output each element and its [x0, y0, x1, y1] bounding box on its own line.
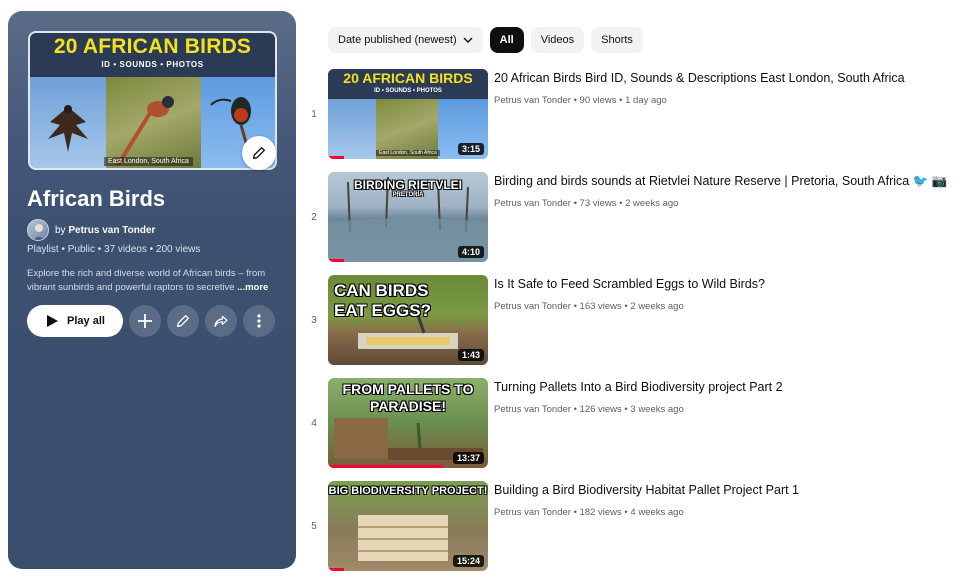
- more-actions-button[interactable]: [243, 305, 275, 337]
- duration-badge: 4:10: [457, 246, 484, 258]
- edit-playlist-button[interactable]: [167, 305, 199, 337]
- filter-bar: Date published (newest) All Videos Short…: [328, 27, 643, 53]
- channel-name[interactable]: Petrus van Tonder: [494, 198, 571, 209]
- thumbnail-banner: 20 AFRICAN BIRDS ID • SOUNDS • PHOTOS: [30, 33, 275, 77]
- video-stats: 126 views • 3 weeks ago: [579, 404, 684, 415]
- thumbnail-title: BIRDING RIETVLEI: [353, 178, 462, 192]
- thumbnail-subtitle: ID • SOUNDS • PHOTOS: [374, 88, 442, 94]
- playlist-meta: Playlist • Public • 37 videos • 200 view…: [27, 244, 201, 255]
- chip-videos[interactable]: Videos: [530, 27, 585, 53]
- add-icon: [138, 314, 152, 328]
- video-stats: 163 views • 2 weeks ago: [579, 301, 684, 312]
- list-item[interactable]: 1 20 AFRICAN BIRDS ID • SOUNDS • PHOTOS …: [300, 69, 960, 161]
- list-item[interactable]: 2 BIRDING RIETVLEI PRETORIA 4:10 Birding…: [300, 172, 960, 264]
- thumbnail-title: CAN BIRDS EAT EGGS?: [334, 281, 431, 320]
- thumbnail-title: FROM PALLETS TO PARADISE!: [342, 381, 474, 414]
- raptor-photo: [328, 99, 376, 159]
- video-stats: 73 views • 2 weeks ago: [579, 198, 679, 209]
- video-thumbnail[interactable]: CAN BIRDS EAT EGGS? 1:43: [328, 275, 488, 365]
- list-item[interactable]: 4 FROM PALLETS TO PARADISE! 13:37 Turnin…: [300, 378, 960, 470]
- owner-link[interactable]: Petrus van Tonder: [68, 225, 155, 236]
- pencil-icon: [253, 147, 265, 159]
- watch-progress-bar: [328, 465, 444, 468]
- video-thumbnail[interactable]: 20 AFRICAN BIRDS ID • SOUNDS • PHOTOS Ea…: [328, 69, 488, 159]
- duration-badge: 3:15: [457, 143, 484, 155]
- share-button[interactable]: [205, 305, 237, 337]
- video-title[interactable]: Turning Pallets Into a Bird Biodiversity…: [494, 380, 783, 394]
- thumbnail-subtitle: ID • SOUNDS • PHOTOS: [101, 60, 204, 69]
- duration-badge: 15:24: [452, 555, 484, 567]
- video-meta: Petrus van Tonder • 90 views • 1 day ago: [494, 95, 667, 106]
- duration-badge: 1:43: [457, 349, 484, 361]
- video-index: 5: [311, 521, 317, 532]
- list-item[interactable]: 5 BIG BIODIVERSITY PROJECT! 15:24 Buildi…: [300, 481, 960, 573]
- video-meta: Petrus van Tonder • 126 views • 3 weeks …: [494, 404, 684, 415]
- chevron-down-icon: [463, 37, 473, 43]
- video-thumbnail[interactable]: BIRDING RIETVLEI PRETORIA 4:10: [328, 172, 488, 262]
- video-meta: Petrus van Tonder • 182 views • 4 weeks …: [494, 507, 684, 518]
- raptor-photo: [30, 77, 106, 168]
- thumbnail-title: BIG BIODIVERSITY PROJECT!: [328, 485, 488, 497]
- playlist-owner[interactable]: by Petrus van Tonder: [27, 219, 155, 241]
- video-thumbnail[interactable]: BIG BIODIVERSITY PROJECT! 15:24: [328, 481, 488, 571]
- show-more-link[interactable]: ...more: [237, 282, 268, 293]
- video-title[interactable]: 20 African Birds Bird ID, Sounds & Descr…: [494, 71, 905, 85]
- sort-dropdown[interactable]: Date published (newest): [328, 27, 483, 53]
- thumbnail-title: 20 AFRICAN BIRDS: [343, 70, 473, 86]
- channel-name[interactable]: Petrus van Tonder: [494, 301, 571, 312]
- playlist-header-panel: 20 AFRICAN BIRDS ID • SOUNDS • PHOTOS Ea…: [8, 11, 296, 569]
- pencil-icon: [177, 315, 189, 327]
- video-index: 1: [311, 109, 317, 120]
- video-stats: 90 views • 1 day ago: [579, 95, 667, 106]
- thumbnail-title: 20 AFRICAN BIRDS: [53, 35, 252, 58]
- share-icon: [214, 315, 228, 327]
- thumbnail-caption: East London, South Africa: [376, 150, 440, 156]
- chip-shorts[interactable]: Shorts: [591, 27, 643, 53]
- video-title[interactable]: Birding and birds sounds at Rietvlei Nat…: [494, 174, 947, 189]
- chip-all[interactable]: All: [489, 27, 524, 53]
- sort-label: Date published (newest): [338, 34, 457, 46]
- list-item[interactable]: 3 CAN BIRDS EAT EGGS? 1:43 Is It Safe to…: [300, 275, 960, 367]
- video-meta: Petrus van Tonder • 73 views • 2 weeks a…: [494, 198, 679, 209]
- owner-name[interactable]: by Petrus van Tonder: [55, 225, 155, 236]
- video-index: 3: [311, 315, 317, 326]
- play-all-label: Play all: [67, 315, 105, 327]
- playlist-thumbnail[interactable]: 20 AFRICAN BIRDS ID • SOUNDS • PHOTOS Ea…: [28, 31, 277, 170]
- paradise-flycatcher-photo: [106, 77, 201, 168]
- playlist-actions: Play all: [27, 305, 275, 337]
- playlist-title: African Birds: [27, 186, 166, 211]
- video-index: 2: [311, 212, 317, 223]
- description-text: Explore the rich and diverse world of Af…: [27, 268, 266, 293]
- video-stats: 182 views • 4 weeks ago: [579, 507, 684, 518]
- video-index: 4: [311, 418, 317, 429]
- thumbnail-subtitle: PRETORIA: [392, 192, 424, 198]
- watch-progress-bar: [328, 568, 344, 571]
- edit-thumbnail-button[interactable]: [242, 136, 276, 170]
- save-to-playlist-button[interactable]: [129, 305, 161, 337]
- playlist-description: Explore the rich and diverse world of Af…: [27, 267, 279, 295]
- owner-prefix: by: [55, 224, 69, 236]
- video-thumbnail[interactable]: FROM PALLETS TO PARADISE! 13:37: [328, 378, 488, 468]
- play-icon: [47, 315, 59, 327]
- channel-name[interactable]: Petrus van Tonder: [494, 95, 571, 106]
- channel-name[interactable]: Petrus van Tonder: [494, 404, 571, 415]
- video-title[interactable]: Building a Bird Biodiversity Habitat Pal…: [494, 483, 799, 497]
- video-title[interactable]: Is It Safe to Feed Scrambled Eggs to Wil…: [494, 277, 765, 291]
- watch-progress-bar: [328, 259, 344, 262]
- avatar[interactable]: [27, 219, 49, 241]
- play-all-button[interactable]: Play all: [27, 305, 123, 337]
- thumbnail-caption: East London, South Africa: [104, 157, 193, 166]
- thumbnail-banner: 20 AFRICAN BIRDS ID • SOUNDS • PHOTOS: [328, 69, 488, 99]
- more-vert-icon: [257, 314, 261, 328]
- channel-name[interactable]: Petrus van Tonder: [494, 507, 571, 518]
- duration-badge: 13:37: [452, 452, 484, 464]
- video-meta: Petrus van Tonder • 163 views • 2 weeks …: [494, 301, 684, 312]
- watch-progress-bar: [328, 156, 344, 159]
